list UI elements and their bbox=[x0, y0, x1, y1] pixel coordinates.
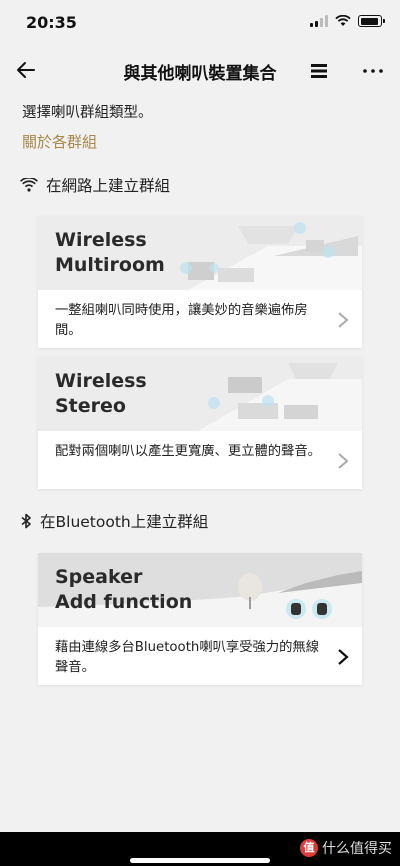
about-groups-link[interactable]: 關於各群組 bbox=[22, 131, 97, 152]
card-title: Wireless Stereo bbox=[55, 370, 147, 417]
card-title: Speaker Add function bbox=[55, 566, 193, 613]
bluetooth-section-title: 在Bluetooth上建立群組 bbox=[20, 510, 208, 532]
status-bar: 20:35 bbox=[0, 0, 400, 46]
wireless-stereo-card[interactable]: Wireless Stereo 配對兩個喇叭以產生更寬廣、更立體的聲音。 bbox=[38, 357, 362, 489]
bluetooth-icon bbox=[21, 513, 31, 529]
watermark: 值 什么值得买 bbox=[300, 838, 392, 858]
intro-text: 選擇喇叭群組類型。 bbox=[22, 105, 153, 121]
wireless-multiroom-card[interactable]: Wireless Multiroom 一整組喇叭同時使用，讓美妙的音樂遍佈房間。 bbox=[38, 216, 362, 348]
chevron-right-icon bbox=[338, 649, 349, 665]
card-description: 配對兩個喇叭以產生更寬廣、更立體的聲音。 bbox=[55, 444, 321, 459]
more-dots-icon[interactable] bbox=[360, 60, 386, 82]
bottom-bar: 值 什么值得买 bbox=[0, 832, 400, 866]
battery-icon bbox=[358, 15, 385, 27]
back-arrow-icon[interactable] bbox=[12, 56, 40, 84]
page-title: 與其他喇叭裝置集合 bbox=[123, 64, 277, 84]
wifi-icon bbox=[20, 178, 38, 192]
watermark-text: 什么值得买 bbox=[322, 841, 392, 857]
chevron-right-icon bbox=[338, 312, 349, 328]
card-description: 藉由連線多台Bluetooth喇叭享受強力的無線聲音。 bbox=[55, 640, 320, 675]
chevron-right-icon bbox=[338, 453, 349, 469]
menu-lines-icon[interactable] bbox=[308, 60, 330, 82]
watermark-badge: 值 bbox=[300, 839, 318, 857]
status-time: 20:35 bbox=[26, 13, 77, 32]
home-indicator[interactable] bbox=[130, 858, 270, 863]
status-icons bbox=[310, 15, 385, 27]
nav-bar: 與其他喇叭裝置集合 bbox=[0, 48, 400, 94]
cellular-signal-icon bbox=[310, 15, 328, 27]
card-description: 一整組喇叭同時使用，讓美妙的音樂遍佈房間。 bbox=[55, 303, 308, 338]
card-hero-image: Wireless Stereo bbox=[38, 357, 362, 431]
speaker-add-function-card[interactable]: Speaker Add function 藉由連線多台Bluetooth喇叭享受… bbox=[38, 553, 362, 685]
card-title: Wireless Multiroom bbox=[55, 229, 165, 276]
card-hero-image: Speaker Add function bbox=[38, 553, 362, 627]
card-hero-image: Wireless Multiroom bbox=[38, 216, 362, 290]
bluetooth-section-label: 在Bluetooth上建立群組 bbox=[40, 513, 209, 531]
wifi-status-icon bbox=[335, 15, 351, 26]
network-section-label: 在網路上建立群組 bbox=[46, 177, 171, 195]
network-section-title: 在網路上建立群組 bbox=[20, 174, 170, 196]
